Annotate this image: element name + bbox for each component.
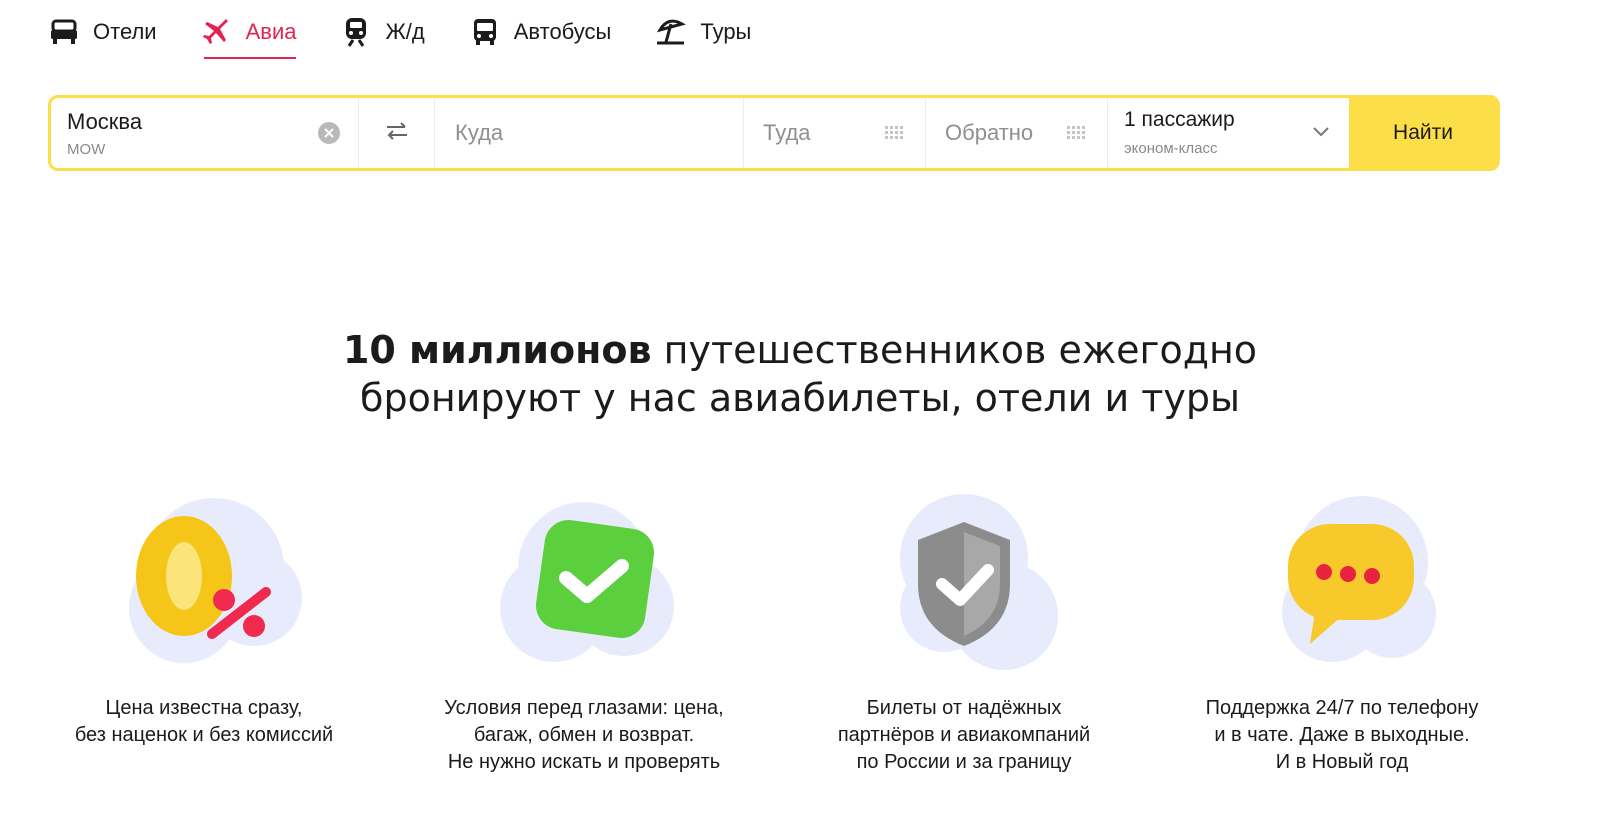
zero-percent-icon xyxy=(104,488,304,678)
feature-line: Не нужно искать и проверять xyxy=(447,751,721,773)
passengers-count: 1 пассажир xyxy=(1124,108,1235,131)
depart-date-field[interactable]: Туда xyxy=(743,98,925,168)
swap-button[interactable] xyxy=(358,98,434,168)
passengers-select[interactable]: 1 пассажир эконом-класс xyxy=(1107,98,1349,168)
service-tabs: Отели Авиа Ж/д Автобусы Туры xyxy=(49,12,796,60)
feature-price-text: Цена известна сразу, без наценок и без к… xyxy=(24,695,384,749)
feature-support-text: Поддержка 24/7 по телефону и в чате. Даж… xyxy=(1162,695,1522,776)
tab-buses[interactable]: Автобусы xyxy=(470,12,612,52)
feature-line: партнёров и авиакомпаний xyxy=(837,724,1091,746)
from-field[interactable]: Москва MOW xyxy=(51,98,358,168)
headline-line1: путешественников ежегодно xyxy=(651,328,1258,372)
feature-line: И в Новый год xyxy=(1275,751,1409,773)
feature-line: без наценок и без комиссий xyxy=(74,724,334,746)
feature-partners: Билеты от надёжных партнёров и авиакомпа… xyxy=(784,488,1144,776)
feature-line: и в чате. Даже в выходные. xyxy=(1214,724,1470,746)
feature-line: Цена известна сразу, xyxy=(105,697,303,719)
tab-trains[interactable]: Ж/д xyxy=(341,12,425,52)
to-field[interactable]: Куда xyxy=(434,98,743,168)
feature-conditions-text: Условия перед глазами: цена, багаж, обме… xyxy=(404,695,764,776)
feature-price: Цена известна сразу, без наценок и без к… xyxy=(24,488,384,749)
tab-hotels-label: Отели xyxy=(93,19,157,44)
tab-tours-label: Туры xyxy=(700,19,752,44)
calendar-icon xyxy=(885,126,903,145)
tab-trains-label: Ж/д xyxy=(385,19,425,44)
chat-bubble-icon xyxy=(1242,488,1442,678)
from-code: MOW xyxy=(67,141,106,158)
calendar-icon xyxy=(1067,126,1085,145)
feature-line: Условия перед глазами: цена, xyxy=(444,697,724,719)
swap-arrows-icon xyxy=(385,121,409,146)
feature-conditions: Условия перед глазами: цена, багаж, обме… xyxy=(404,488,764,776)
headline-line2: бронируют у нас авиабилеты, отели и туры xyxy=(360,376,1240,420)
bed-icon xyxy=(49,17,79,47)
return-date-field[interactable]: Обратно xyxy=(925,98,1107,168)
green-check-icon xyxy=(484,488,684,678)
tab-flights-label: Авиа xyxy=(245,19,297,44)
feature-support: Поддержка 24/7 по телефону и в чате. Даж… xyxy=(1162,488,1522,776)
feature-line: по России и за границу xyxy=(856,751,1072,773)
to-placeholder: Куда xyxy=(455,120,504,145)
tab-tours[interactable]: Туры xyxy=(656,12,751,52)
return-placeholder: Обратно xyxy=(945,120,1034,145)
headline-bold: 10 миллионов xyxy=(342,328,652,372)
feature-partners-text: Билеты от надёжных партнёров и авиакомпа… xyxy=(784,695,1144,776)
feature-line: Билеты от надёжных xyxy=(866,697,1062,719)
find-button[interactable]: Найти xyxy=(1349,98,1497,168)
beach-umbrella-icon xyxy=(656,17,687,47)
page-headline: 10 миллионов путешественников ежегодно б… xyxy=(0,326,1600,422)
depart-placeholder: Туда xyxy=(763,120,811,145)
train-icon xyxy=(341,17,371,47)
plane-icon xyxy=(202,17,232,47)
feature-line: багаж, обмен и возврат. xyxy=(473,724,695,746)
feature-line: Поддержка 24/7 по телефону xyxy=(1205,697,1479,719)
tab-hotels[interactable]: Отели xyxy=(49,12,157,52)
clear-icon[interactable] xyxy=(318,122,340,144)
tab-buses-label: Автобусы xyxy=(513,19,612,44)
chevron-down-icon xyxy=(1313,124,1329,142)
bus-icon xyxy=(470,17,500,47)
flight-search-form: Москва MOW Куда Туда Обратно 1 пассажир … xyxy=(48,95,1500,171)
cabin-class: эконом-класс xyxy=(1124,140,1218,157)
tab-flights[interactable]: Авиа xyxy=(202,12,297,59)
shield-check-icon xyxy=(864,488,1064,678)
from-city: Москва xyxy=(67,109,143,134)
